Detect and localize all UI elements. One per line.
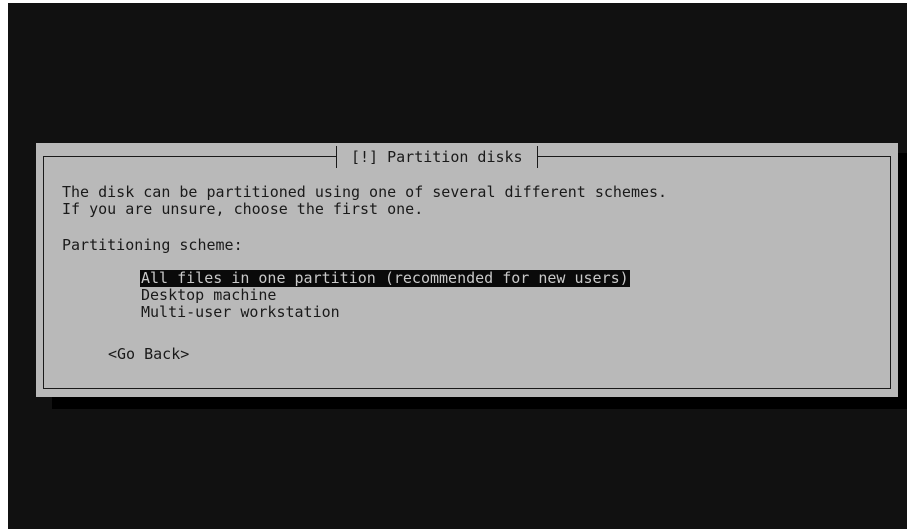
- partitioning-scheme-list[interactable]: All files in one partition (recommended …: [140, 270, 630, 321]
- option-all-files-one-partition[interactable]: All files in one partition (recommended …: [140, 270, 630, 287]
- description-line-1: The disk can be partitioned using one of…: [62, 183, 668, 201]
- installer-screen: [!] Partition disks The disk can be part…: [8, 3, 907, 529]
- option-multi-user-workstation[interactable]: Multi-user workstation: [140, 304, 341, 321]
- partition-disks-dialog: [!] Partition disks The disk can be part…: [36, 143, 898, 397]
- option-desktop-machine[interactable]: Desktop machine: [140, 287, 277, 304]
- partitioning-scheme-label: Partitioning scheme:: [62, 236, 243, 254]
- dialog-title: [!] Partition disks: [336, 146, 538, 168]
- description-line-2: If you are unsure, choose the first one.: [62, 200, 424, 218]
- go-back-button[interactable]: <Go Back>: [108, 346, 189, 362]
